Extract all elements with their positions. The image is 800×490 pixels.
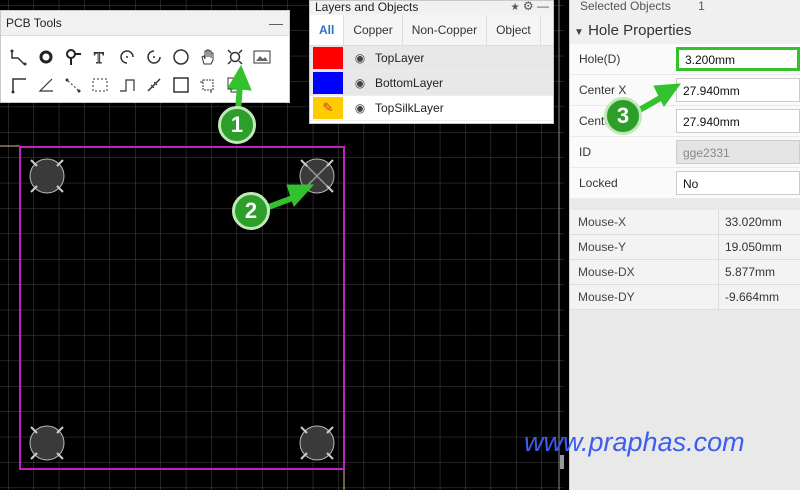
eye-icon[interactable]: ◉ (351, 76, 369, 90)
layer-row-bottomlayer[interactable]: ◉ BottomLayer (310, 71, 553, 96)
step-badge-3: 3 (604, 97, 642, 135)
text-icon[interactable]: T (86, 44, 113, 70)
collapse-icon[interactable]: ▼ (574, 27, 584, 38)
gear-icon[interactable]: ⚙ (523, 0, 534, 13)
layer-row-topsilklayer[interactable]: ✎ ◉ TopSilkLayer (310, 96, 553, 121)
pin-icon[interactable]: ★ (511, 2, 520, 13)
table-row: Mouse-X 33.020mm (570, 210, 800, 235)
hole-properties-title: Hole Properties (588, 22, 692, 39)
tab-object[interactable]: Object (487, 15, 541, 45)
center-x-field[interactable]: 27.940mm (676, 78, 800, 102)
layer-row-toplayer[interactable]: ◉ TopLayer (310, 46, 553, 71)
minimize-icon[interactable]: — (537, 0, 549, 13)
arc-icon[interactable] (113, 44, 140, 70)
locked-row: Locked No (570, 168, 800, 199)
table-row: Mouse-DY -9.664mm (570, 285, 800, 310)
eye-icon[interactable]: ◉ (351, 51, 369, 65)
image-icon[interactable] (248, 44, 275, 70)
corner-icon[interactable] (5, 72, 32, 98)
layer-color-swatch[interactable] (313, 47, 343, 69)
layers-header[interactable]: Layers and Objects ★ ⚙ — (310, 0, 553, 15)
dotted-line-icon[interactable] (59, 72, 86, 98)
rect-dashed-icon[interactable] (86, 72, 113, 98)
hole-top-left (29, 158, 65, 194)
square-icon[interactable] (167, 72, 194, 98)
step-icon[interactable] (113, 72, 140, 98)
wire-icon[interactable] (5, 44, 32, 70)
pin-icon[interactable] (59, 44, 86, 70)
locked-select[interactable]: No (676, 171, 800, 195)
layer-color-swatch[interactable] (313, 72, 343, 94)
tab-all[interactable]: All (310, 15, 345, 45)
tab-non-copper[interactable]: Non-Copper (403, 15, 488, 45)
layer-name: TopLayer (375, 51, 425, 65)
angle-icon[interactable] (32, 72, 59, 98)
center-x-row: Center X 27.940mm (570, 75, 800, 106)
id-row: ID gge2331 (570, 137, 800, 168)
layer-name: BottomLayer (375, 76, 444, 90)
hole-icon[interactable] (221, 44, 248, 70)
crop-icon[interactable] (194, 72, 221, 98)
properties-panel: Selected Objects 1 ▼ Hole Properties Hol… (569, 0, 800, 490)
pcb-tools-header[interactable]: PCB Tools — (1, 11, 289, 36)
hole-bottom-left (29, 425, 65, 461)
hole-bottom-right (299, 425, 335, 461)
step-badge-1: 1 (218, 106, 256, 144)
selected-objects: Selected Objects 1 (570, 0, 800, 16)
selected-objects-label: Selected Objects (580, 0, 671, 13)
tab-copper[interactable]: Copper (344, 15, 403, 45)
layers-title: Layers and Objects (315, 0, 419, 14)
locked-label: Locked (579, 176, 618, 190)
measure-icon[interactable] (140, 72, 167, 98)
center-x-label: Center X (579, 83, 627, 97)
hole-diameter-label: Hole(D) (579, 52, 621, 66)
layers-tabs: All Copper Non-Copper Object (310, 15, 553, 46)
svg-text:T: T (94, 50, 104, 66)
hole-diameter-row: Hole(D) 3.200mm (570, 44, 800, 75)
table-row: Mouse-Y 19.050mm (570, 235, 800, 260)
mouse-info-table: Mouse-X 33.020mm Mouse-Y 19.050mm Mouse-DX… (570, 210, 800, 310)
layers-objects-panel: Layers and Objects ★ ⚙ — All Copper Non-… (309, 0, 554, 124)
selected-objects-count: 1 (698, 0, 705, 13)
watermark: www.praphas.com (524, 427, 745, 457)
hole-top-right-selected (299, 158, 335, 194)
hole-diameter-field[interactable]: 3.200mm (676, 47, 800, 71)
pcb-tools-title: PCB Tools (6, 16, 62, 30)
circle-ring-icon[interactable] (32, 44, 59, 70)
table-row: Mouse-DX 5.877mm (570, 260, 800, 285)
minimize-icon[interactable]: — (269, 11, 283, 35)
center-y-field[interactable]: 27.940mm (676, 109, 800, 133)
copy-icon[interactable] (221, 72, 248, 98)
pencil-icon[interactable]: ✎ (313, 97, 343, 119)
hole-properties-header[interactable]: ▼ Hole Properties (570, 16, 800, 44)
step-badge-2: 2 (232, 192, 270, 230)
arc2-icon[interactable] (140, 44, 167, 70)
hand-icon[interactable] (194, 44, 221, 70)
pcb-tools-panel: PCB Tools — T (0, 10, 290, 103)
eye-icon[interactable]: ◉ (351, 101, 369, 115)
id-label: ID (579, 145, 591, 159)
circle-icon[interactable] (167, 44, 194, 70)
layer-name: TopSilkLayer (375, 101, 444, 115)
id-field: gge2331 (676, 140, 800, 164)
